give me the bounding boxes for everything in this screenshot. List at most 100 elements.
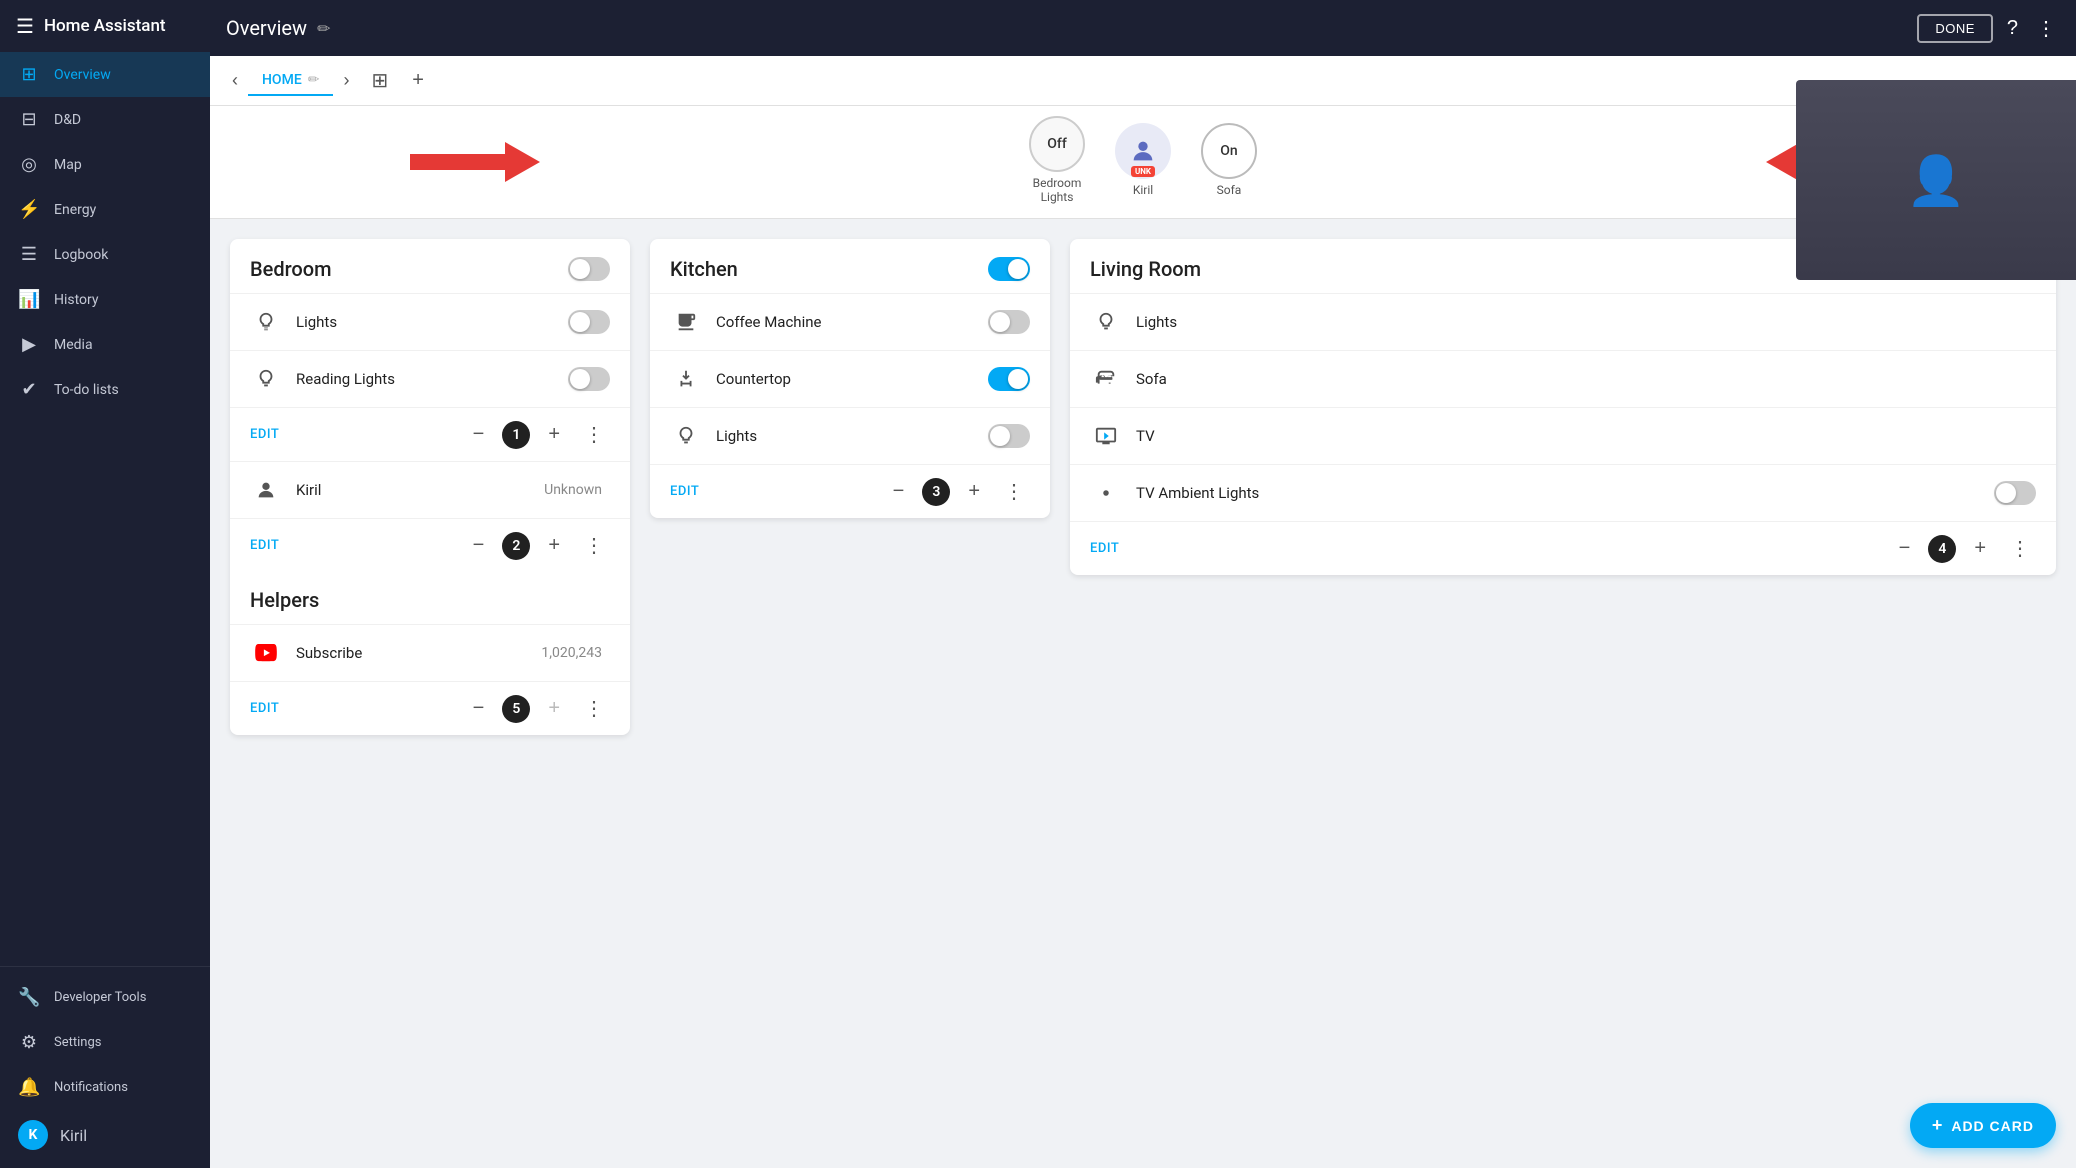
helpers-plus[interactable]: + [542,695,566,722]
tv-ambient-toggle[interactable] [1994,481,2036,505]
kiril-row: Kiril Unknown [230,461,630,518]
sidebar-item-todo-label: To-do lists [54,382,119,398]
helpers-minus[interactable]: − [467,695,491,722]
kitchen-edit[interactable]: EDIT [670,484,875,499]
done-button[interactable]: DONE [1917,14,1993,43]
bedroom-minus-2[interactable]: − [467,532,491,559]
help-button[interactable]: ? [2003,13,2022,44]
tv-ambient-name: TV Ambient Lights [1136,484,1994,502]
energy-icon: ⚡ [18,199,40,220]
entity-pill-bedroom-lights[interactable]: Off BedroomLights [1029,116,1085,204]
kiril-value: Unknown [544,482,602,498]
content-area: Bedroom Lights Reading Lights EDIT − [210,219,2076,1168]
bedroom-title: Bedroom [250,257,332,281]
sidebar-item-energy[interactable]: ⚡ Energy [0,187,210,232]
countertop-name: Countertop [716,370,988,388]
kitchen-minus[interactable]: − [887,478,911,505]
sidebar-settings-label: Settings [54,1035,101,1050]
bedroom-edit-1[interactable]: EDIT [250,427,455,442]
user-item[interactable]: K Kiril [0,1110,210,1160]
more-options-button[interactable]: ⋮ [2032,12,2060,45]
notifications-icon: 🔔 [18,1077,40,1098]
add-card-button[interactable]: + ADD CARD [1910,1103,2056,1148]
unk-badge: UNK [1131,166,1155,177]
bedroom-more-2[interactable]: ⋮ [578,531,610,560]
entity-pill-sofa[interactable]: On Sofa [1201,123,1257,197]
tab-back-button[interactable]: ‹ [226,66,244,95]
sidebar-footer: 🔧 Developer Tools ⚙ Settings 🔔 Notificat… [0,966,210,1168]
edit-pencil-icon[interactable]: ✏ [317,19,330,38]
living-lights-row: Lights [1070,293,2056,350]
tab-home[interactable]: HOME ✏ [248,66,333,96]
kitchen-room-toggle[interactable] [988,257,1030,281]
tab-edit-icon[interactable]: ✏ [308,72,320,88]
living-room-more[interactable]: ⋮ [2004,534,2036,563]
living-room-edit[interactable]: EDIT [1090,541,1881,556]
arrow-right-area [410,142,540,182]
living-room-footer: EDIT − 4 + ⋮ [1070,521,2056,575]
kitchen-lights-icon [670,420,702,452]
bedroom-room-toggle[interactable] [568,257,610,281]
kitchen-lights-toggle[interactable] [988,424,1030,448]
logbook-icon: ☰ [18,244,40,265]
kitchen-card-header: Kitchen [650,239,1050,293]
bedroom-plus-1[interactable]: + [542,421,566,448]
bedroom-badge-1: 1 [502,421,530,449]
tab-forward-button[interactable]: › [337,66,355,95]
entity-pill-kiril[interactable]: UNK Kiril [1115,123,1171,197]
sofa-circle[interactable]: On [1201,123,1257,179]
subscribe-name: Subscribe [296,644,541,662]
sidebar-item-dnd-label: D&D [54,112,81,128]
sidebar-item-todo[interactable]: ✔ To-do lists [0,367,210,412]
bedroom-lights-label: BedroomLights [1033,176,1082,204]
sidebar-item-media-label: Media [54,337,93,353]
sidebar-item-dnd[interactable]: ⊟ D&D [0,97,210,142]
kitchen-more[interactable]: ⋮ [998,477,1030,506]
kitchen-badge: 3 [922,478,950,506]
helpers-more[interactable]: ⋮ [578,694,610,723]
bedroom-more-1[interactable]: ⋮ [578,420,610,449]
tab-add-button[interactable]: + [404,65,432,96]
bedroom-reading-lights-toggle[interactable] [568,367,610,391]
sidebar-item-logbook[interactable]: ☰ Logbook [0,232,210,277]
media-icon: ▶ [18,334,40,355]
coffee-machine-toggle[interactable] [988,310,1030,334]
sidebar-item-overview-label: Overview [54,67,111,83]
sidebar-item-notifications[interactable]: 🔔 Notifications [0,1065,210,1110]
bedroom-lights-icon [250,306,282,338]
helpers-edit[interactable]: EDIT [250,701,455,716]
sidebar-item-map[interactable]: ◎ Map [0,142,210,187]
right-arrow-icon [410,142,540,182]
countertop-toggle[interactable] [988,367,1030,391]
sidebar-devtools-label: Developer Tools [54,990,146,1005]
living-room-badge: 4 [1928,535,1956,563]
bedroom-badge-2: 2 [502,532,530,560]
add-card-plus-icon: + [1932,1115,1944,1136]
youtube-icon [250,637,282,669]
living-room-plus[interactable]: + [1968,535,1992,562]
bedroom-lights-row: Lights [230,293,630,350]
menu-icon[interactable]: ☰ [16,14,34,38]
bedroom-lights-name: Lights [296,313,568,331]
bedroom-card-header: Bedroom [230,239,630,293]
bedroom-plus-2[interactable]: + [542,532,566,559]
living-lights-name: Lights [1136,313,2036,331]
kitchen-lights-name: Lights [716,427,988,445]
bedroom-minus-1[interactable]: − [467,421,491,448]
tab-grid-button[interactable]: ⊞ [363,64,396,97]
bedroom-edit-2[interactable]: EDIT [250,538,455,553]
bedroom-lights-circle[interactable]: Off [1029,116,1085,172]
tv-icon [1090,420,1122,452]
sidebar-item-overview[interactable]: ⊞ Overview [0,52,210,97]
kiril-circle[interactable]: UNK [1115,123,1171,179]
kiril-entity-name: Kiril [296,481,544,499]
sidebar-item-devtools[interactable]: 🔧 Developer Tools [0,975,210,1020]
sidebar-item-settings[interactable]: ⚙ Settings [0,1020,210,1065]
bedroom-lights-toggle[interactable] [568,310,610,334]
countertop-row: Countertop [650,350,1050,407]
living-room-minus[interactable]: − [1893,535,1917,562]
sidebar-item-media[interactable]: ▶ Media [0,322,210,367]
kitchen-plus[interactable]: + [962,478,986,505]
sidebar-item-history[interactable]: 📊 History [0,277,210,322]
sofa-icon [1090,363,1122,395]
